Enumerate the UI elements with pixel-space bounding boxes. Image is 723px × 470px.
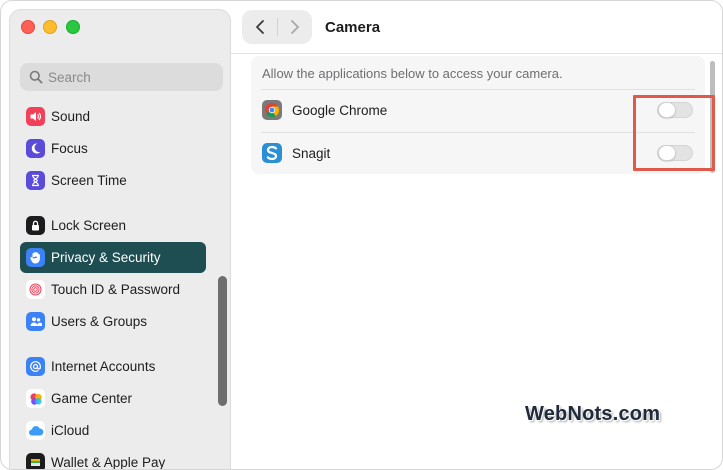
app-name: Snagit [292,146,331,161]
fingerprint-icon [26,280,45,299]
chevron-left-icon [255,20,264,34]
speaker-icon [26,107,45,126]
hourglass-icon [26,171,45,190]
sidebar-item-label: Screen Time [51,173,127,188]
sidebar-item-label: iCloud [51,423,90,438]
minimize-window-button[interactable] [43,20,57,34]
row-divider [261,89,695,90]
sidebar-item-label: Focus [51,141,88,156]
app-name: Google Chrome [292,103,388,118]
search-input[interactable] [48,63,218,91]
snagit-icon [262,143,282,163]
highlight-annotation-box [633,95,715,171]
sidebar-item-internet-accounts[interactable]: Internet Accounts [20,351,206,382]
moon-icon [26,139,45,158]
watermark: WebNots.com [525,403,661,425]
sidebar-item-label: Users & Groups [51,314,148,329]
sidebar-item-focus[interactable]: Focus [20,133,206,164]
permission-description: Allow the applications below to access y… [262,66,563,81]
cloud-icon [26,421,45,440]
search-icon [29,70,43,84]
sidebar-item-label: Internet Accounts [51,359,156,374]
navigation-buttons [242,10,312,44]
sidebar-item-screen-time[interactable]: Screen Time [20,165,206,196]
toolbar-divider [231,53,722,54]
wallet-icon [26,453,45,469]
sidebar-item-game-center[interactable]: Game Center [20,383,206,414]
forward-button[interactable] [277,10,312,44]
sidebar-item-label: Game Center [51,391,133,406]
sidebar-item-privacy-security[interactable]: Privacy & Security [20,242,206,273]
users-icon [26,312,45,331]
lock-icon [26,216,45,235]
search-field[interactable] [20,63,223,91]
game-center-icon [26,389,45,408]
at-icon [26,357,45,376]
sidebar-item-label: Touch ID & Password [51,282,181,297]
sidebar-item-label: Sound [51,109,91,124]
sidebar-item-label: Lock Screen [51,218,127,233]
sidebar-item-label: Wallet & Apple Pay [51,455,166,470]
sidebar-item-wallet[interactable]: Wallet & Apple Pay [20,447,206,470]
settings-window: Sound Focus Screen Time Lock Screen [0,0,723,470]
chrome-icon [262,100,282,120]
sidebar: Sound Focus Screen Time Lock Screen [9,9,231,470]
sidebar-item-label: Privacy & Security [51,250,161,265]
hand-icon [26,248,45,267]
row-divider [261,132,695,133]
zoom-window-button[interactable] [66,20,80,34]
sidebar-item-lock-screen[interactable]: Lock Screen [20,210,206,241]
sidebar-scrollbar[interactable] [218,276,227,406]
close-window-button[interactable] [21,20,35,34]
sidebar-item-touch-id[interactable]: Touch ID & Password [20,274,206,305]
sidebar-item-icloud[interactable]: iCloud [20,415,206,446]
page-title: Camera [325,19,381,36]
sidebar-item-users-groups[interactable]: Users & Groups [20,306,206,337]
chevron-right-icon [290,20,299,34]
back-button[interactable] [242,10,277,44]
sidebar-item-sound[interactable]: Sound [20,101,206,132]
